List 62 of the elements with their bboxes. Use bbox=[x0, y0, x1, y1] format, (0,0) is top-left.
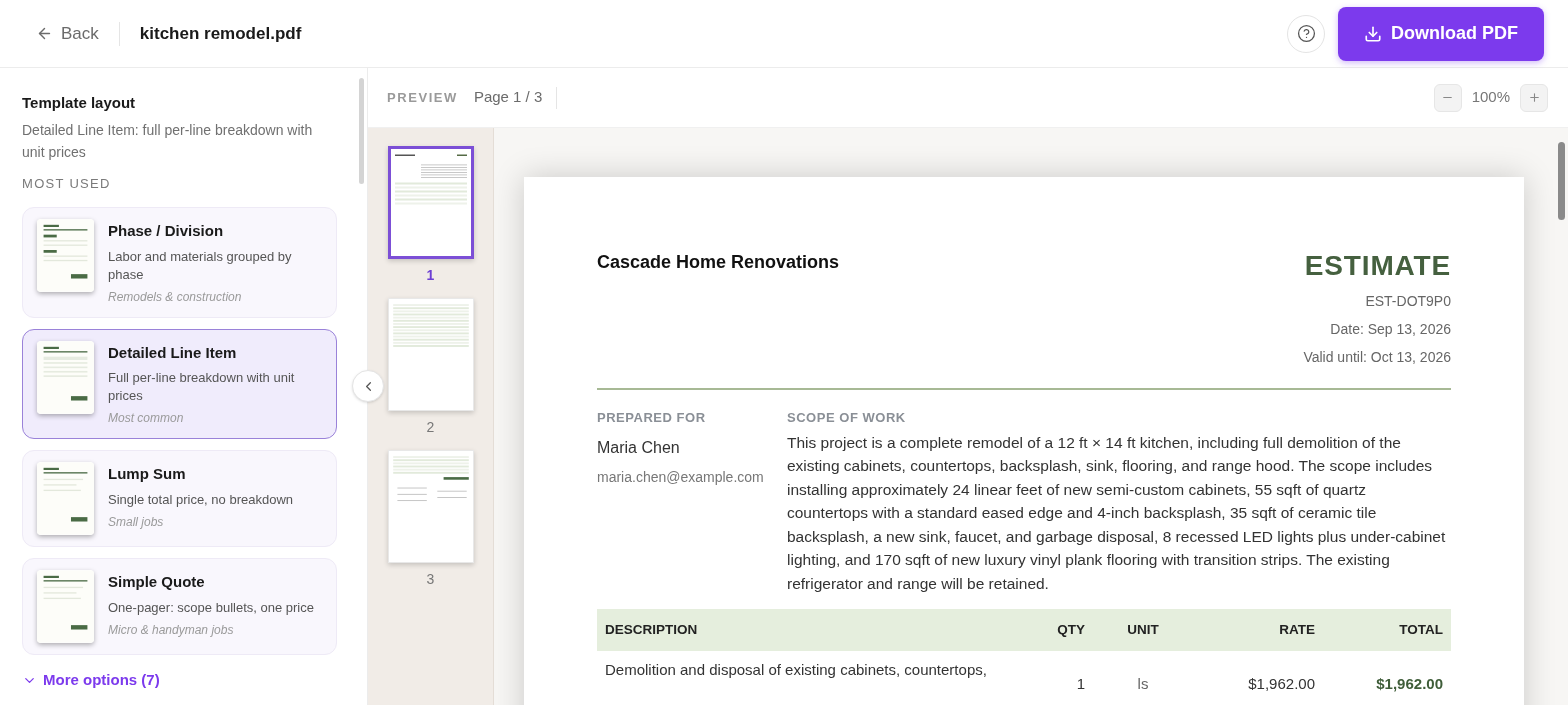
page-number: 1 bbox=[426, 266, 435, 285]
template-card[interactable]: Detailed Line Item Full per-line breakdown with unit prices Most common bbox=[22, 328, 337, 439]
file-name: kitchen remodel.pdf bbox=[139, 22, 302, 45]
zoom-level: 100% bbox=[1471, 87, 1510, 108]
zoom-in-button[interactable] bbox=[1520, 83, 1548, 112]
template-card[interactable]: Simple Quote One-pager: scope bullets, one price Micro & handyman jobs bbox=[22, 558, 337, 655]
estimate-date: Date: Sep 13, 2026 bbox=[1330, 320, 1451, 339]
valid-until: Valid until: Oct 13, 2026 bbox=[1303, 348, 1451, 367]
document-title: ESTIMATE bbox=[1304, 249, 1451, 283]
template-note: Small jobs bbox=[108, 513, 165, 531]
back-button[interactable]: Back bbox=[36, 20, 99, 47]
template-thumbnail-icon bbox=[37, 219, 94, 292]
sidebar-scrollbar[interactable] bbox=[359, 78, 364, 184]
section-title: Template layout bbox=[22, 93, 137, 113]
preview-label: PREVIEW bbox=[387, 88, 458, 107]
template-description: Labor and materials grouped by phase bbox=[108, 247, 293, 284]
table-cell: ls bbox=[1093, 651, 1193, 696]
table-cell: 1 bbox=[1013, 651, 1093, 696]
column-header: RATE bbox=[1193, 609, 1323, 651]
plus-icon bbox=[1527, 91, 1541, 104]
template-card[interactable]: Phase / Division Labor and materials grouped by phase Remodels & construction bbox=[22, 207, 337, 318]
template-note: Micro & handyman jobs bbox=[108, 621, 235, 639]
column-header: UNIT bbox=[1093, 609, 1193, 651]
template-note: Most common bbox=[108, 410, 185, 427]
table-cell: $1,962.00 bbox=[1323, 651, 1451, 696]
table-cell: $1,962.00 bbox=[1193, 651, 1323, 696]
template-description: One-pager: scope bullets, one price bbox=[108, 598, 314, 617]
column-header: TOTAL bbox=[1323, 609, 1451, 651]
client-email: maria.chen@example.com bbox=[597, 467, 765, 487]
table-cell: Demolition and disposal of existing cabinets, countertops, bbox=[597, 651, 1013, 696]
collapse-sidebar-button[interactable] bbox=[352, 370, 384, 402]
template-description: Full per-line breakdown with unit prices bbox=[108, 369, 296, 405]
scope-label: SCOPE OF WORK bbox=[787, 409, 907, 427]
more-options-link[interactable]: More options (7) bbox=[22, 669, 337, 692]
template-note: Remodels & construction bbox=[108, 288, 243, 306]
page-indicator: Page 1 / 3 bbox=[473, 87, 543, 108]
download-icon bbox=[1364, 24, 1382, 43]
column-header: DESCRIPTION bbox=[597, 609, 1013, 651]
column-header: QTY bbox=[1013, 609, 1093, 651]
scrollbar[interactable] bbox=[1558, 142, 1565, 220]
page-number: 3 bbox=[426, 570, 435, 589]
template-thumbnail-icon bbox=[37, 340, 94, 414]
download-pdf-button[interactable]: Download PDF bbox=[1338, 6, 1544, 61]
group-label: MOST USED bbox=[22, 174, 112, 193]
page-thumbnail[interactable] bbox=[387, 146, 474, 259]
template-name: Lump Sum bbox=[108, 464, 187, 484]
template-thumbnail-icon bbox=[37, 462, 94, 535]
zoom-out-button[interactable] bbox=[1433, 83, 1462, 112]
template-name: Phase / Division bbox=[108, 221, 225, 241]
estimate-number: EST-DOT9P0 bbox=[1365, 292, 1451, 311]
template-description: Single total price, no breakdown bbox=[108, 490, 293, 509]
help-icon bbox=[1296, 24, 1316, 43]
section-description: Detailed Line Item: full per-line breakdown with unit prices bbox=[22, 120, 314, 162]
template-name: Simple Quote bbox=[108, 572, 206, 592]
template-thumbnail-icon bbox=[37, 570, 94, 643]
company-name: Cascade Home Renovations bbox=[597, 251, 840, 274]
template-card[interactable]: Lump Sum Single total price, no breakdown Small jobs bbox=[22, 450, 337, 547]
client-name: Maria Chen bbox=[597, 437, 681, 458]
template-name: Detailed Line Item bbox=[108, 342, 238, 363]
page-number: 2 bbox=[426, 418, 435, 437]
scope-paragraph: This project is a complete remodel of a 12 ft × 14 ft kitchen, including full demolition of the existing cabinets, countertops, backsplash, sink, flooring, and range hood. The scope includes installing approximately 24 linear feet of new semi-custom cabinets, 55 sqft of quartz countertops with a standard eased edge and 4-inch backsplash, 35 sqft of ceramic tile backsplash, a new sink, faucet, and garbage disposal, 8 recessed LED lights plus under-cabinet lighting, and 170 sqft of new luxury vinyl plank flooring with transition strips. The existing refrigerator and range will be retained. bbox=[787, 432, 1447, 594]
prepared-for-label: PREPARED FOR bbox=[597, 409, 707, 427]
